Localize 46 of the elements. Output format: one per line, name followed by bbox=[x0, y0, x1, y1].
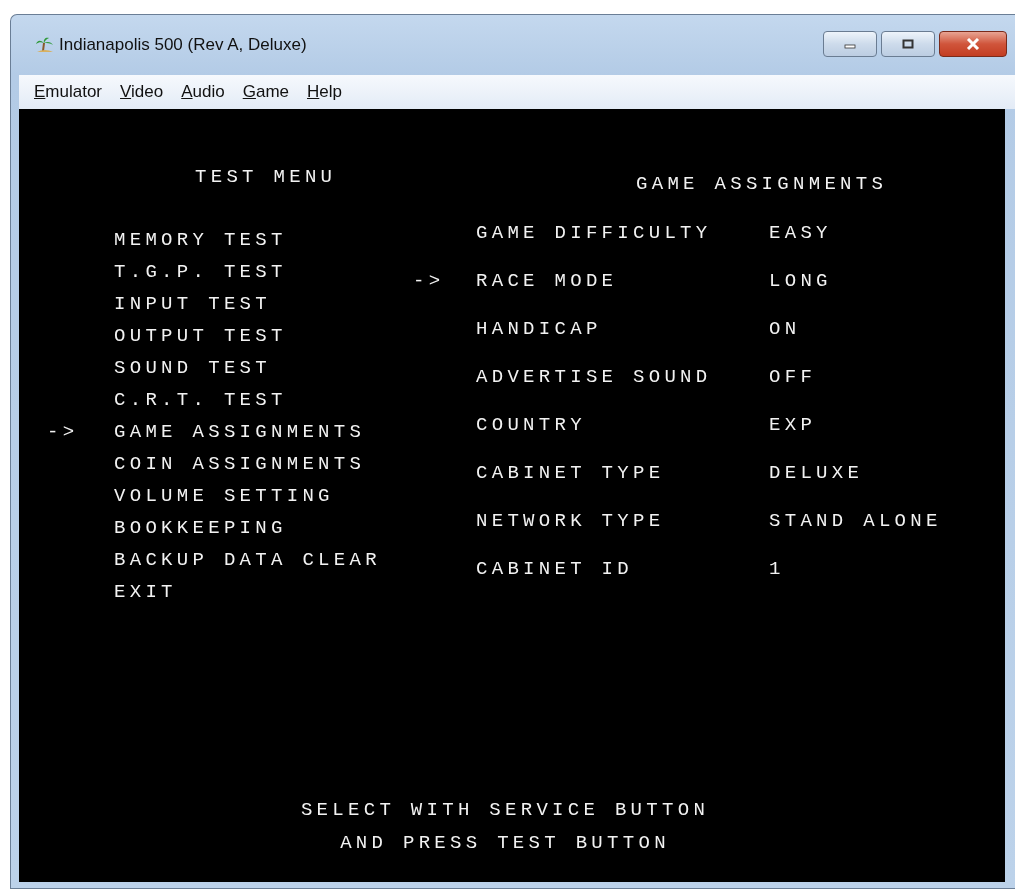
minimize-button[interactable] bbox=[823, 31, 877, 57]
instruction-text: AND PRESS TEST BUTTON bbox=[340, 832, 670, 854]
menu-item[interactable]: Video bbox=[111, 80, 173, 104]
menu-option[interactable]: COIN ASSIGNMENTS bbox=[114, 448, 366, 480]
setting-value: EXP bbox=[769, 413, 817, 438]
setting-label: NETWORK TYPE bbox=[476, 510, 665, 532]
menu-option[interactable]: GAME ASSIGNMENTS bbox=[114, 416, 366, 448]
cursor-arrow: -> bbox=[47, 421, 79, 443]
menu-heading: TEST MENU bbox=[194, 165, 338, 190]
menu-option[interactable]: C.R.T. TEST bbox=[114, 384, 287, 416]
menu-option[interactable]: BOOKKEEPING bbox=[114, 512, 287, 544]
maximize-icon bbox=[902, 39, 914, 49]
menu-item[interactable]: Emulator bbox=[25, 80, 112, 104]
setting-value: ON bbox=[769, 317, 801, 342]
setting-label: COUNTRY bbox=[476, 414, 586, 436]
menu-option[interactable]: BACKUP DATA CLEAR bbox=[114, 544, 381, 576]
instruction-text: SELECT WITH SERVICE BUTTON bbox=[300, 799, 710, 821]
menu-item[interactable]: Game bbox=[233, 80, 298, 104]
window-title: Indianapolis 500 (Rev A, Deluxe) bbox=[59, 35, 307, 55]
menu-option[interactable]: EXIT bbox=[114, 576, 177, 608]
setting-label: RACE MODE bbox=[476, 270, 618, 292]
menu-option[interactable]: VOLUME SETTING bbox=[114, 480, 334, 512]
setting-label: ADVERTISE SOUND bbox=[476, 366, 712, 388]
palm-tree-icon bbox=[35, 36, 55, 54]
setting-label: GAME DIFFICULTY bbox=[476, 222, 712, 244]
cursor-arrow: -> bbox=[413, 270, 445, 292]
setting-label: HANDICAP bbox=[476, 318, 602, 340]
setting-value: STAND ALONE bbox=[769, 509, 942, 534]
setting-label: CABINET TYPE bbox=[476, 462, 665, 484]
menu-item[interactable]: Help bbox=[298, 80, 351, 104]
menu-option[interactable]: SOUND TEST bbox=[114, 352, 272, 384]
close-button[interactable] bbox=[939, 31, 1007, 57]
setting-value: DELUXE bbox=[769, 461, 864, 486]
menu-option[interactable]: MEMORY TEST bbox=[114, 224, 287, 256]
menu-option[interactable]: OUTPUT TEST bbox=[114, 320, 287, 352]
section-heading: GAME ASSIGNMENTS bbox=[635, 172, 889, 197]
menu-option[interactable]: INPUT TEST bbox=[114, 288, 272, 320]
menu-item[interactable]: Audio bbox=[172, 80, 234, 104]
setting-value: LONG bbox=[769, 269, 832, 294]
maximize-button[interactable] bbox=[881, 31, 935, 57]
setting-value: 1 bbox=[769, 557, 785, 582]
close-icon bbox=[966, 38, 980, 50]
setting-label: CABINET ID bbox=[476, 558, 634, 580]
setting-value: OFF bbox=[769, 365, 817, 390]
menu-option[interactable]: T.G.P. TEST bbox=[114, 256, 287, 288]
setting-value: EASY bbox=[769, 221, 832, 246]
